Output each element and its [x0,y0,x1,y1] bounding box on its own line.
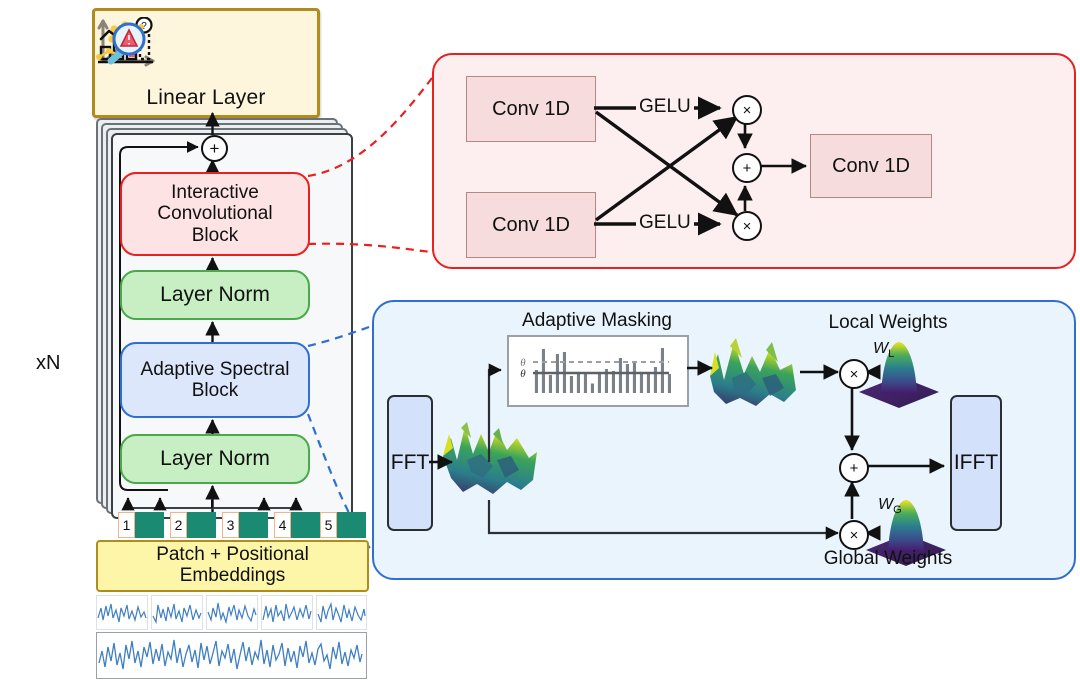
icb-gelu-top: GELU [636,96,694,118]
token-index: 2 [170,512,187,538]
icb-conv1d-output[interactable]: Conv 1D [810,134,932,198]
global-weights-title: Global Weights [823,548,953,569]
adaptive-masking-title: Adaptive Masking [522,310,672,331]
block-adaptive-spectral[interactable]: Adaptive Spectral Block [120,342,310,418]
block-label-ln-bot: Layer Norm [160,447,270,471]
scatter-classification-icon [97,19,155,67]
local-weight-symbol: WL [873,340,895,361]
input-series-patch [96,595,148,630]
svg-text:θ: θ [520,368,526,380]
input-full-series [96,632,367,679]
residual-add-node: + [201,135,228,162]
global-weight-symbol: WG [878,496,902,517]
icb-add: + [732,153,762,183]
token-square [291,512,320,538]
token-square [239,512,268,538]
block-interactive-convolutional[interactable]: Interactive Convolutional Block [120,172,310,256]
patch-token[interactable]: 4 [274,512,320,538]
block-label-asb: Adaptive Spectral Block [140,358,290,401]
patch-token[interactable]: 2 [170,512,216,538]
asb-add: + [839,453,869,483]
forecast-barchart-question-icon: ? [98,17,153,64]
adaptive-masking-chart: θ θ [507,335,689,407]
ifft-block[interactable]: IFFT [950,395,1002,531]
block-layer-norm-top[interactable]: Layer Norm [120,270,310,320]
patch-token[interactable]: 1 [118,512,164,538]
input-series-patch [151,595,203,630]
token-index: 5 [320,512,337,538]
linear-layer-label: Linear Layer [146,86,266,109]
token-index: 1 [118,512,135,538]
block-label-icb: Interactive Convolutional Block [157,182,273,246]
masking-bar-chart: θ θ [520,348,671,393]
anomaly-magnifier-icon [96,22,146,65]
icb-gelu-bottom: GELU [636,212,694,234]
input-series-patch [316,595,367,630]
asb-multiply-global: × [839,520,869,550]
linear-layer-icon-row: ? [95,17,317,73]
patch-token[interactable]: 3 [222,512,268,538]
block-layer-norm-bottom[interactable]: Layer Norm [120,434,310,484]
svg-text:θ: θ [520,357,526,369]
fft-block[interactable]: FFT [387,395,433,531]
svg-text:?: ? [141,21,147,32]
repeat-count-label: xN [36,352,61,374]
linear-layer-card[interactable]: ? Linear Layer [92,8,320,118]
patch-token[interactable]: 5 [320,512,366,538]
token-square [135,512,164,538]
patch-positional-embeddings[interactable]: Patch + Positional Embeddings [96,540,369,592]
token-square [337,512,366,538]
icb-multiply-bottom: × [732,211,762,241]
patch-embed-label: Patch + Positional Embeddings [156,544,309,586]
input-series-patch [206,595,258,630]
asb-multiply-local: × [839,359,869,389]
icb-multiply-top: × [732,95,762,125]
local-weights-title: Local Weights [828,312,948,333]
block-label-ln-top: Layer Norm [160,283,270,307]
icb-conv1d-bottom[interactable]: Conv 1D [466,192,596,258]
token-index: 4 [274,512,291,538]
token-index: 3 [222,512,239,538]
icb-conv1d-top[interactable]: Conv 1D [466,76,596,142]
input-series-patch [261,595,313,630]
token-square [187,512,216,538]
